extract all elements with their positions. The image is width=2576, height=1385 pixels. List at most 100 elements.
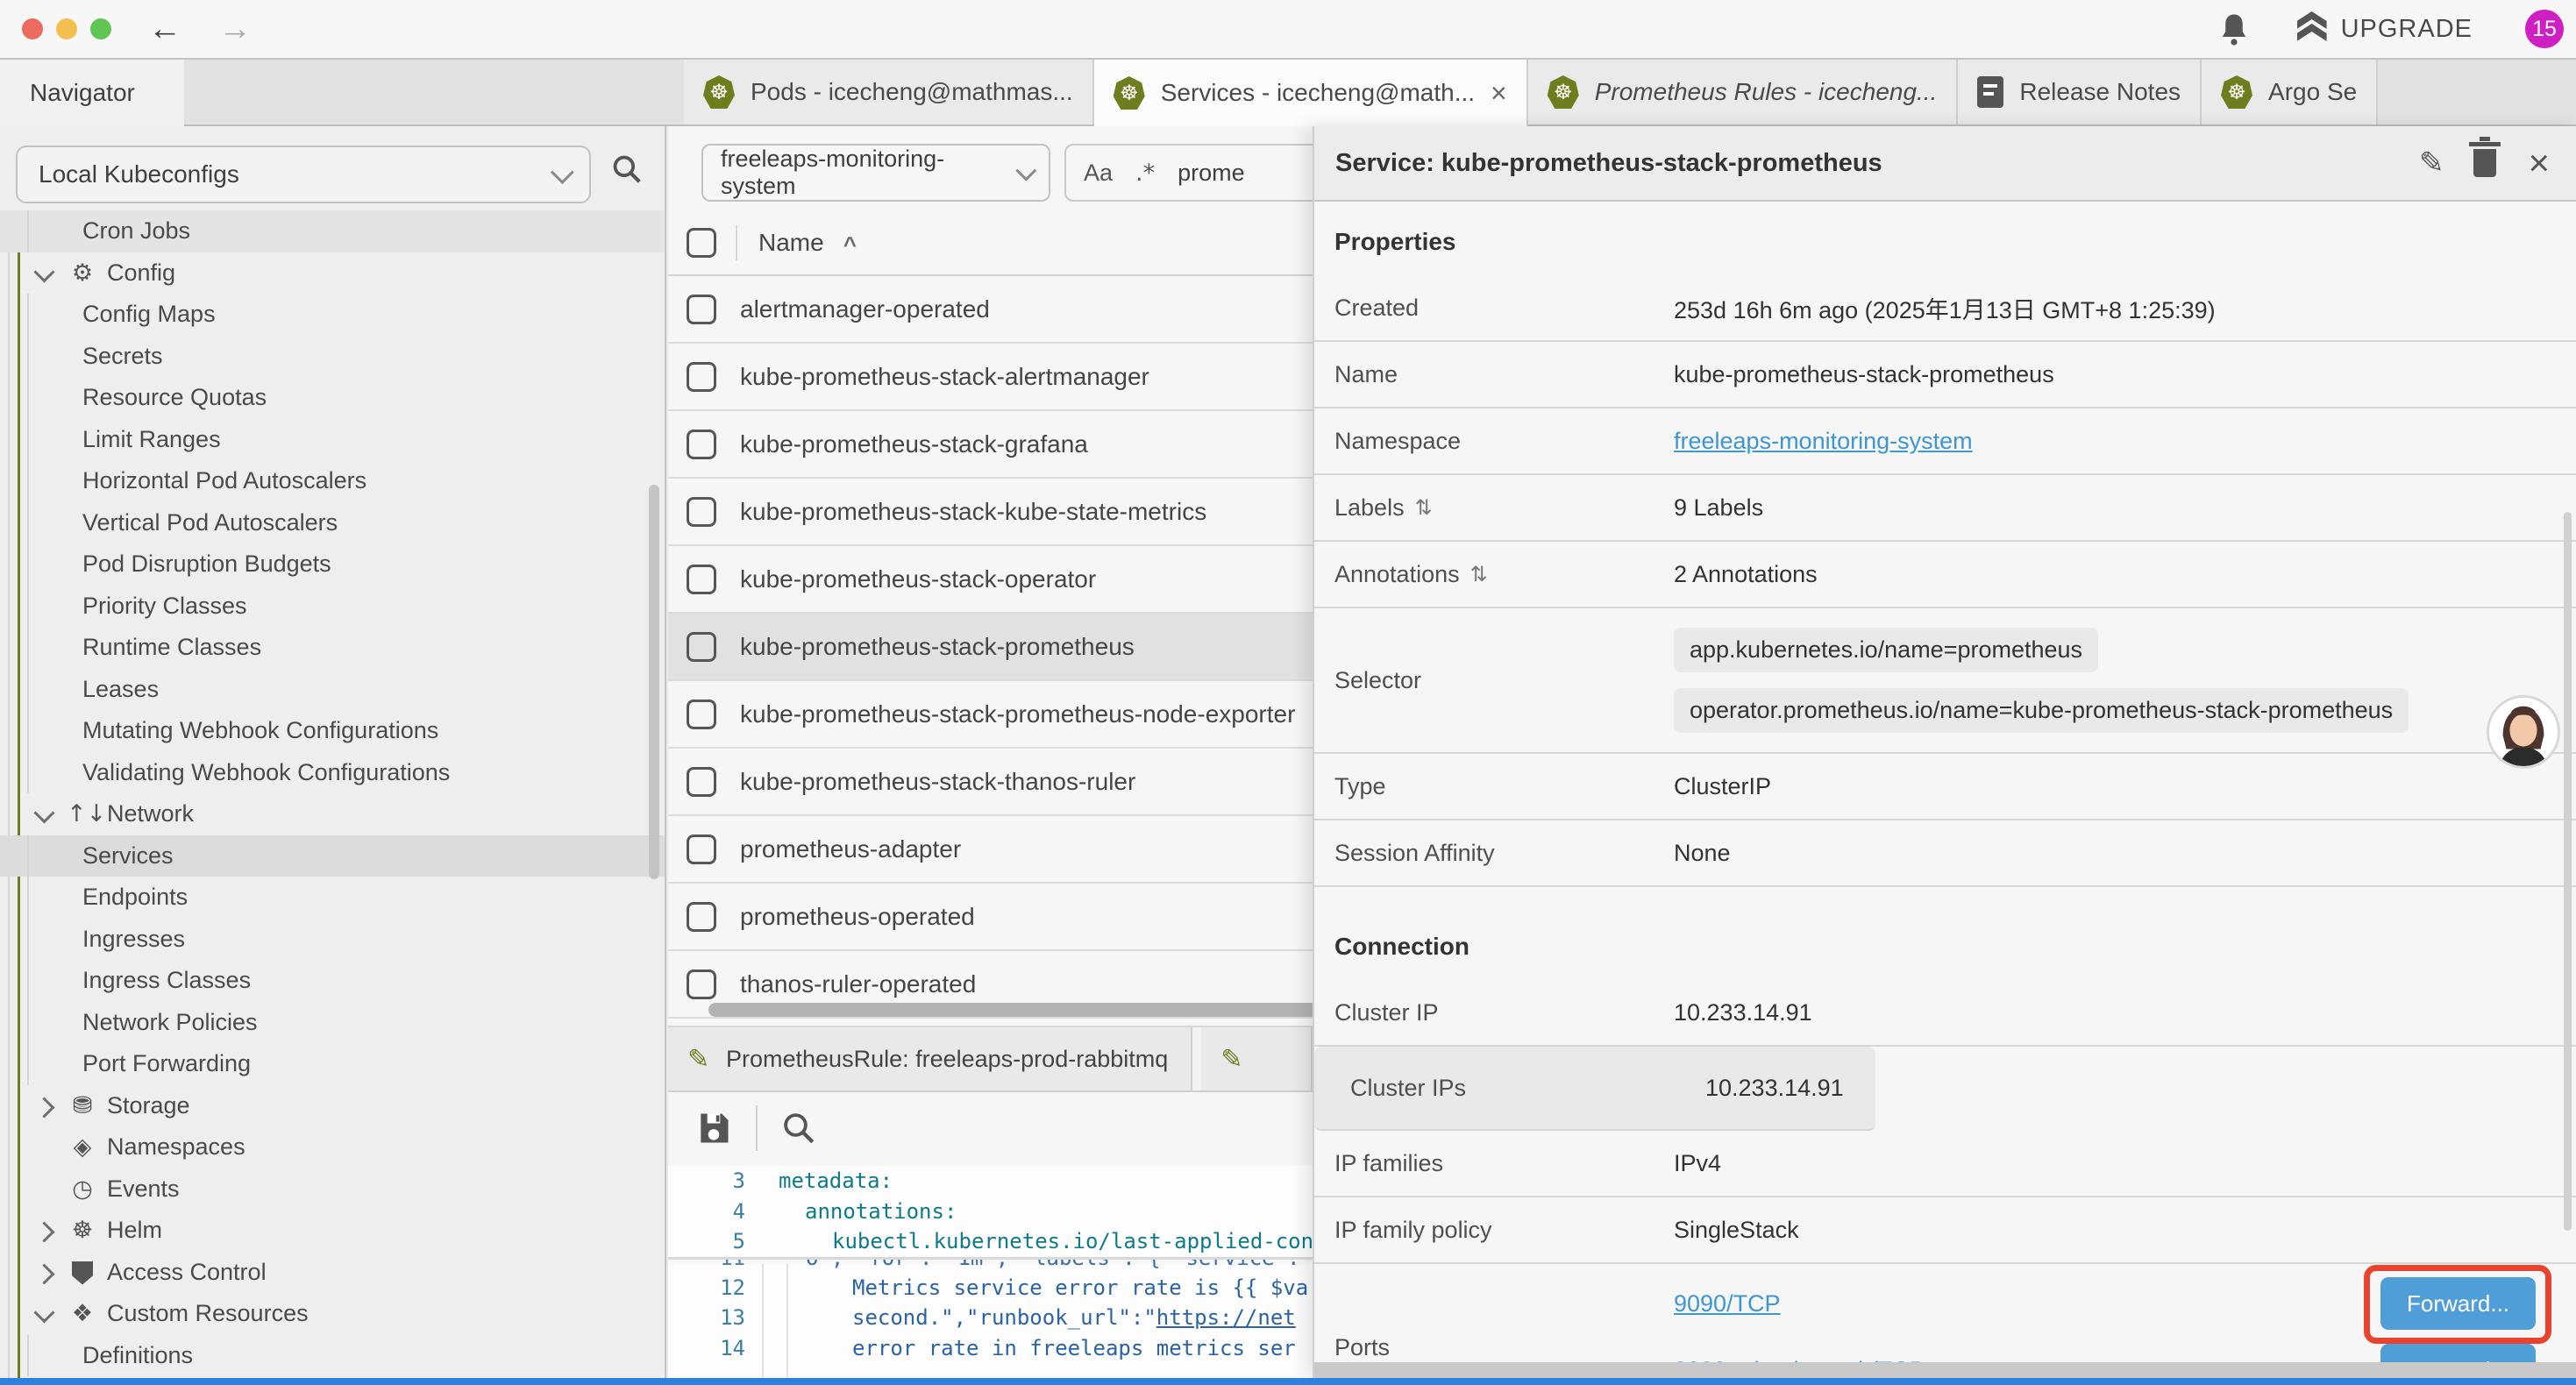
- sidebar-search-icon[interactable]: [610, 153, 644, 186]
- sidebar-item[interactable]: ◈ Namespaces: [0, 1126, 665, 1168]
- editor-tab-partial[interactable]: ✎: [1201, 1027, 1313, 1090]
- sidebar-item[interactable]: Runtime Classes: [0, 627, 665, 669]
- row-checkbox[interactable]: [687, 767, 716, 797]
- drawer-scrollbar[interactable]: [2564, 512, 2572, 1231]
- kubeconfig-selector[interactable]: Local Kubeconfigs: [16, 146, 591, 203]
- sidebar-item[interactable]: Mutating Webhook Configurations: [0, 710, 665, 752]
- sort-icon[interactable]: ⇅: [1470, 562, 1488, 586]
- sort-icon[interactable]: ⇅: [1415, 495, 1433, 520]
- table-row[interactable]: prometheus-operated: [668, 884, 1313, 951]
- sidebar-item[interactable]: Ingresses: [0, 919, 665, 961]
- table-row[interactable]: kube-prometheus-stack-thanos-ruler: [668, 749, 1313, 816]
- sidebar-item[interactable]: Network Policies: [0, 1002, 665, 1044]
- table-row[interactable]: alertmanager-operated: [668, 276, 1313, 344]
- expand-chevron-icon[interactable]: [33, 1097, 54, 1118]
- sidebar-item[interactable]: Endpoints: [0, 877, 665, 919]
- minimize-window-button[interactable]: [56, 18, 77, 39]
- forward-button[interactable]: Forward...: [2380, 1277, 2536, 1330]
- edit-icon[interactable]: ✎: [2419, 146, 2444, 181]
- table-row[interactable]: kube-prometheus-stack-grafana: [668, 411, 1313, 479]
- sidebar-item[interactable]: ⛃ Storage: [0, 1085, 665, 1127]
- table-row[interactable]: kube-prometheus-stack-alertmanager: [668, 344, 1313, 411]
- selector-chip[interactable]: operator.prometheus.io/name=kube-prometh…: [1674, 688, 2409, 733]
- expand-chevron-icon[interactable]: [33, 261, 54, 282]
- row-checkbox[interactable]: [687, 902, 716, 932]
- drawer-bottom-scrollbar[interactable]: [1314, 1362, 2576, 1378]
- expand-chevron-icon[interactable]: [33, 1263, 54, 1284]
- table-horizontal-scrollbar[interactable]: [708, 1003, 1313, 1017]
- user-avatar[interactable]: [2487, 695, 2560, 769]
- port-link[interactable]: 9090/TCP: [1674, 1290, 1781, 1318]
- editor-line[interactable]: 13 second.","runbook_url":"https://net: [668, 1303, 1313, 1333]
- expand-chevron-icon[interactable]: [33, 802, 54, 823]
- delete-icon[interactable]: [2473, 149, 2496, 177]
- sidebar-item[interactable]: ❖ Custom Resources: [0, 1293, 665, 1335]
- match-case-toggle[interactable]: Aa: [1084, 160, 1113, 187]
- table-row[interactable]: kube-prometheus-stack-operator: [668, 546, 1313, 614]
- editor-search-icon[interactable]: [780, 1110, 817, 1147]
- sidebar-item[interactable]: Priority Classes: [0, 586, 665, 628]
- sidebar-item[interactable]: Vertical Pod Autoscalers: [0, 502, 665, 544]
- row-checkbox[interactable]: [687, 497, 716, 527]
- close-window-button[interactable]: [22, 18, 43, 39]
- row-checkbox[interactable]: [687, 835, 716, 864]
- sidebar-item[interactable]: ☸ Helm: [0, 1210, 665, 1252]
- row-checkbox[interactable]: [687, 970, 716, 999]
- cluster-ip-chip[interactable]: 10.233.14.91: [1690, 1066, 1860, 1111]
- close-icon[interactable]: ×: [2528, 145, 2550, 181]
- notifications-bell-icon[interactable]: [2218, 11, 2250, 46]
- sidebar-item[interactable]: Resource Quotas: [0, 377, 665, 419]
- namespace-link[interactable]: freeleaps-monitoring-system: [1674, 428, 1973, 454]
- table-row[interactable]: kube-prometheus-stack-prometheus-node-ex…: [668, 681, 1313, 749]
- sort-asc-icon[interactable]: ^: [843, 231, 857, 259]
- table-row[interactable]: kube-prometheus-stack-kube-state-metrics: [668, 479, 1313, 546]
- sidebar-item[interactable]: Config Maps: [0, 294, 665, 336]
- row-checkbox[interactable]: [687, 295, 716, 324]
- editor-line[interactable]: 3 metadata:: [668, 1166, 1313, 1197]
- back-button[interactable]: ←: [148, 12, 181, 46]
- select-all-checkbox[interactable]: [687, 228, 716, 258]
- notification-count-badge[interactable]: 15: [2525, 10, 2564, 48]
- sidebar-item[interactable]: ⚙ Config: [0, 252, 665, 295]
- save-icon[interactable]: [694, 1109, 733, 1147]
- content-tab[interactable]: ☸ Services - icecheng@math... ×: [1094, 60, 1528, 126]
- sidebar-item[interactable]: Pod Disruption Budgets: [0, 543, 665, 586]
- sidebar-item[interactable]: Access Control: [0, 1252, 665, 1294]
- namespace-selector[interactable]: freeleaps-monitoring-system: [701, 144, 1050, 202]
- sidebar-item[interactable]: Validating Webhook Configurations: [0, 752, 665, 794]
- sidebar-scrollbar[interactable]: [649, 485, 659, 879]
- editor-line[interactable]: 14 error rate in freeleaps metrics ser: [668, 1333, 1313, 1364]
- navigator-panel-tab[interactable]: Navigator: [0, 60, 184, 126]
- sidebar-item[interactable]: Services: [0, 835, 665, 877]
- content-tab[interactable]: ☸ Argo Se: [2202, 60, 2378, 124]
- editor-line[interactable]: 12 Metrics service error rate is {{ $va: [668, 1273, 1313, 1303]
- content-tab[interactable]: ☸ Prometheus Rules - icecheng...: [1528, 60, 1959, 124]
- row-checkbox[interactable]: [687, 430, 716, 459]
- close-tab-icon[interactable]: ×: [1475, 77, 1507, 110]
- row-checkbox[interactable]: [687, 362, 716, 392]
- yaml-editor[interactable]: 3 metadata: 4 annotations: 5 kubectl.kub…: [668, 1166, 1313, 1378]
- editor-tab[interactable]: ✎ PrometheusRule: freeleaps-prod-rabbitm…: [668, 1027, 1192, 1090]
- content-tab[interactable]: ☸ Pods - icecheng@mathmas...: [684, 60, 1094, 124]
- selector-chip[interactable]: app.kubernetes.io/name=prometheus: [1674, 628, 2098, 672]
- sidebar-item[interactable]: Limit Ranges: [0, 419, 665, 461]
- sidebar-item[interactable]: Cron Jobs: [0, 210, 665, 252]
- sidebar-item[interactable]: Horizontal Pod Autoscalers: [0, 460, 665, 502]
- sidebar-item[interactable]: Leases: [0, 669, 665, 711]
- editor-line[interactable]: 4 annotations:: [668, 1197, 1313, 1227]
- sidebar-item[interactable]: ↑↓ Network: [0, 793, 665, 835]
- sidebar-item[interactable]: ◷ Events: [0, 1168, 665, 1211]
- content-tab[interactable]: ☸ Release Notes: [1958, 60, 2202, 124]
- forward-button[interactable]: →: [218, 12, 252, 46]
- expand-chevron-icon[interactable]: [33, 1302, 54, 1323]
- upgrade-button[interactable]: UPGRADE: [2297, 15, 2473, 44]
- sidebar-item[interactable]: Port Forwarding: [0, 1043, 665, 1085]
- sidebar-item[interactable]: Definitions: [0, 1335, 665, 1377]
- editor-line[interactable]: 5 kubectl.kubernetes.io/last-applied-con…: [668, 1226, 1313, 1257]
- regex-toggle[interactable]: .*: [1135, 160, 1155, 187]
- row-checkbox[interactable]: [687, 565, 716, 594]
- filter-search-input[interactable]: Aa .* prome: [1064, 144, 1313, 202]
- table-row[interactable]: prometheus-adapter: [668, 816, 1313, 884]
- row-checkbox[interactable]: [687, 700, 716, 729]
- runbook-url-link[interactable]: https://net: [1156, 1305, 1296, 1330]
